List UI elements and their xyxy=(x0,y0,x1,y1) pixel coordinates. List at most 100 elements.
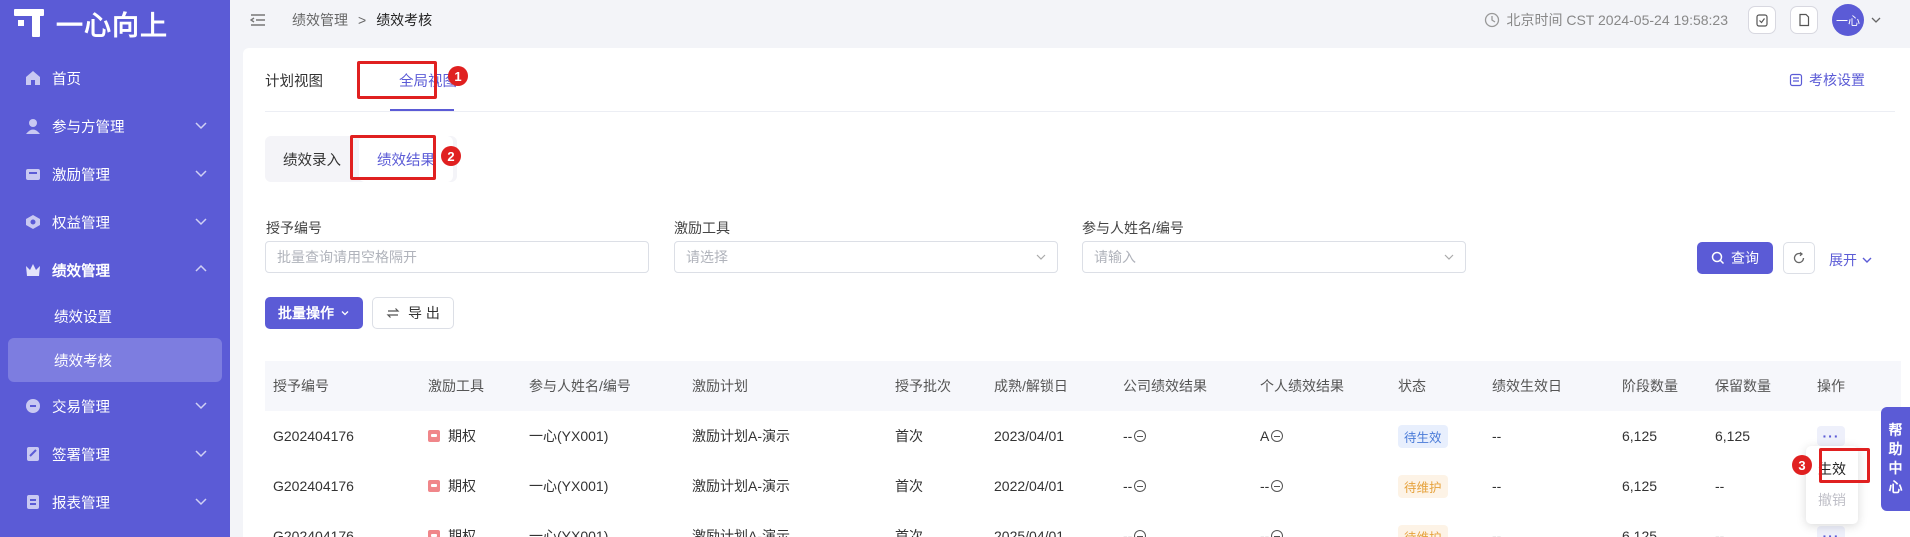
participant-select[interactable]: 请输入 xyxy=(1082,241,1466,273)
review-settings-label: 考核设置 xyxy=(1809,72,1865,88)
cell-tool: 期权 xyxy=(428,511,476,537)
sidebar-item-label: 报表管理 xyxy=(52,495,110,512)
segment-performance-entry[interactable]: 绩效录入 xyxy=(265,136,359,182)
chevron-down-icon xyxy=(195,498,207,506)
sidebar-subitem-label: 绩效设置 xyxy=(54,309,112,326)
cell-plan: 激励计划A-演示 xyxy=(692,528,790,537)
cell-date: 2022/04/01 xyxy=(994,478,1065,494)
breadcrumb-item[interactable]: 绩效管理 xyxy=(292,10,348,30)
cell-batch: 首次 xyxy=(895,478,923,494)
breadcrumb-separator: > xyxy=(358,12,367,28)
filter-label-grant-no: 授予编号 xyxy=(266,220,322,236)
filter-label-participant: 参与人姓名/编号 xyxy=(1082,220,1184,236)
export-button[interactable]: 导 出 xyxy=(372,297,454,329)
column-header: 成熟/解锁日 xyxy=(994,378,1068,394)
minus-circle-icon[interactable] xyxy=(1134,530,1147,537)
more-actions-button[interactable]: ··· xyxy=(1817,526,1845,537)
header-actions: 北京时间 CST 2024-05-24 19:58:23 一心 xyxy=(1484,4,1882,36)
task-button[interactable] xyxy=(1748,6,1776,34)
cell-participant: 一心(YX001) xyxy=(529,478,609,494)
sidebar: 一心向上 首页 参与方管理 激励管理 权益管理 绩效管理 绩效设置 绩效考核 交… xyxy=(0,0,230,537)
column-header: 授予编号 xyxy=(273,378,329,394)
sidebar-item-label: 首页 xyxy=(52,71,81,88)
sidebar-item-sign[interactable]: 签署管理 xyxy=(0,430,230,478)
sidebar-subitem-performance-settings[interactable]: 绩效设置 xyxy=(0,294,230,338)
cell-status: 待维护 xyxy=(1398,511,1448,537)
column-header: 激励工具 xyxy=(428,378,484,394)
column-header: 操作 xyxy=(1817,378,1845,394)
chevron-down-icon xyxy=(195,402,207,410)
chevron-down-icon xyxy=(1862,257,1872,263)
settings-list-icon xyxy=(1789,73,1803,87)
menu-item-revoke[interactable]: 撤销 xyxy=(1806,490,1858,510)
query-button[interactable]: 查询 xyxy=(1697,242,1773,274)
grant-no-input[interactable]: 批量查询请用空格隔开 xyxy=(265,241,649,273)
collapse-menu-icon[interactable] xyxy=(250,13,266,27)
brand-logo[interactable]: 一心向上 xyxy=(14,6,168,42)
reset-button[interactable] xyxy=(1783,242,1815,274)
cell-status: 待维护 xyxy=(1398,461,1448,511)
tab-plan-view[interactable]: 计划视图 xyxy=(265,70,323,91)
minus-circle-icon[interactable] xyxy=(1134,430,1147,442)
tool-placeholder: 请选择 xyxy=(686,249,728,265)
sidebar-item-equity[interactable]: 权益管理 xyxy=(0,198,230,246)
sidebar-item-label: 交易管理 xyxy=(52,399,110,416)
document-button[interactable] xyxy=(1790,6,1818,34)
avatar[interactable]: 一心 xyxy=(1832,4,1864,36)
column-header: 公司绩效结果 xyxy=(1123,378,1207,394)
sidebar-item-home[interactable]: 首页 xyxy=(0,54,230,102)
cell-tool-text: 期权 xyxy=(448,528,476,537)
sidebar-item-performance[interactable]: 绩效管理 xyxy=(0,246,230,294)
clipboard-check-icon xyxy=(1756,14,1768,27)
export-swap-icon xyxy=(386,308,400,318)
cell-plan: 激励计划A-演示 xyxy=(692,478,790,494)
sidebar-subitem-label: 绩效考核 xyxy=(54,353,112,370)
sidebar-item-label: 绩效管理 xyxy=(52,263,110,280)
cell-grant-no: G202404176 xyxy=(273,478,354,494)
grant-no-placeholder: 批量查询请用空格隔开 xyxy=(277,249,417,265)
cell-effective-date: -- xyxy=(1492,428,1502,444)
chevron-down-icon[interactable] xyxy=(1870,14,1882,26)
cell-company-result: -- xyxy=(1123,461,1147,511)
review-settings-link[interactable]: 考核设置 xyxy=(1789,70,1865,90)
minus-circle-icon[interactable] xyxy=(1134,480,1147,492)
incentive-icon xyxy=(24,165,42,183)
batch-actions-button[interactable]: 批量操作 xyxy=(265,297,363,329)
sidebar-nav: 首页 参与方管理 激励管理 权益管理 绩效管理 绩效设置 绩效考核 交易管理 签… xyxy=(0,54,230,526)
breadcrumb: 绩效管理 > 绩效考核 xyxy=(250,10,432,30)
cell-stage-qty: 6,125 xyxy=(1622,528,1658,537)
sidebar-item-trade[interactable]: 交易管理 xyxy=(0,382,230,430)
cell-personal-text: -- xyxy=(1260,528,1270,537)
cell-company-result: -- xyxy=(1123,511,1147,537)
top-bar: 绩效管理 > 绩效考核 北京时间 CST 2024-05-24 19:58:23… xyxy=(230,0,1910,40)
query-label: 查询 xyxy=(1731,250,1759,266)
minus-circle-icon[interactable] xyxy=(1271,530,1284,537)
expand-filters-button[interactable]: 展开 xyxy=(1829,250,1873,270)
minus-circle-icon[interactable] xyxy=(1271,430,1284,442)
home-icon xyxy=(24,69,42,87)
status-badge: 待维护 xyxy=(1398,524,1448,537)
help-char: 助 xyxy=(1888,441,1903,457)
annotation-box-global-view xyxy=(357,61,437,99)
participants-icon xyxy=(24,117,42,135)
sidebar-item-incentive[interactable]: 激励管理 xyxy=(0,150,230,198)
column-header: 绩效生效日 xyxy=(1492,378,1562,394)
refresh-icon xyxy=(1793,251,1805,264)
help-center-button[interactable]: 帮 助 中 心 xyxy=(1881,407,1910,511)
minus-circle-icon[interactable] xyxy=(1271,480,1284,492)
more-actions-button[interactable]: ··· xyxy=(1817,426,1845,446)
table-row: G202404176 期权 一心(YX001) 激励计划A-演示 首次 2022… xyxy=(265,461,1901,511)
tool-select[interactable]: 请选择 xyxy=(674,241,1058,273)
sign-icon xyxy=(24,445,42,463)
status-badge: 待维护 xyxy=(1398,474,1448,498)
sidebar-item-participants[interactable]: 参与方管理 xyxy=(0,102,230,150)
table-row: G202404176 期权 一心(YX001) 激励计划A-演示 首次 2025… xyxy=(265,511,1901,537)
sidebar-subitem-performance-review[interactable]: 绩效考核 xyxy=(8,338,222,382)
cell-effective-date: -- xyxy=(1492,478,1502,494)
table-header: 授予编号 激励工具 参与人姓名/编号 激励计划 授予批次 成熟/解锁日 公司绩效… xyxy=(265,361,1901,411)
cell-personal-result: A xyxy=(1260,411,1284,461)
chevron-down-icon xyxy=(1036,254,1046,260)
trade-icon xyxy=(24,397,42,415)
document-icon xyxy=(1799,13,1810,27)
sidebar-item-report[interactable]: 报表管理 xyxy=(0,478,230,526)
